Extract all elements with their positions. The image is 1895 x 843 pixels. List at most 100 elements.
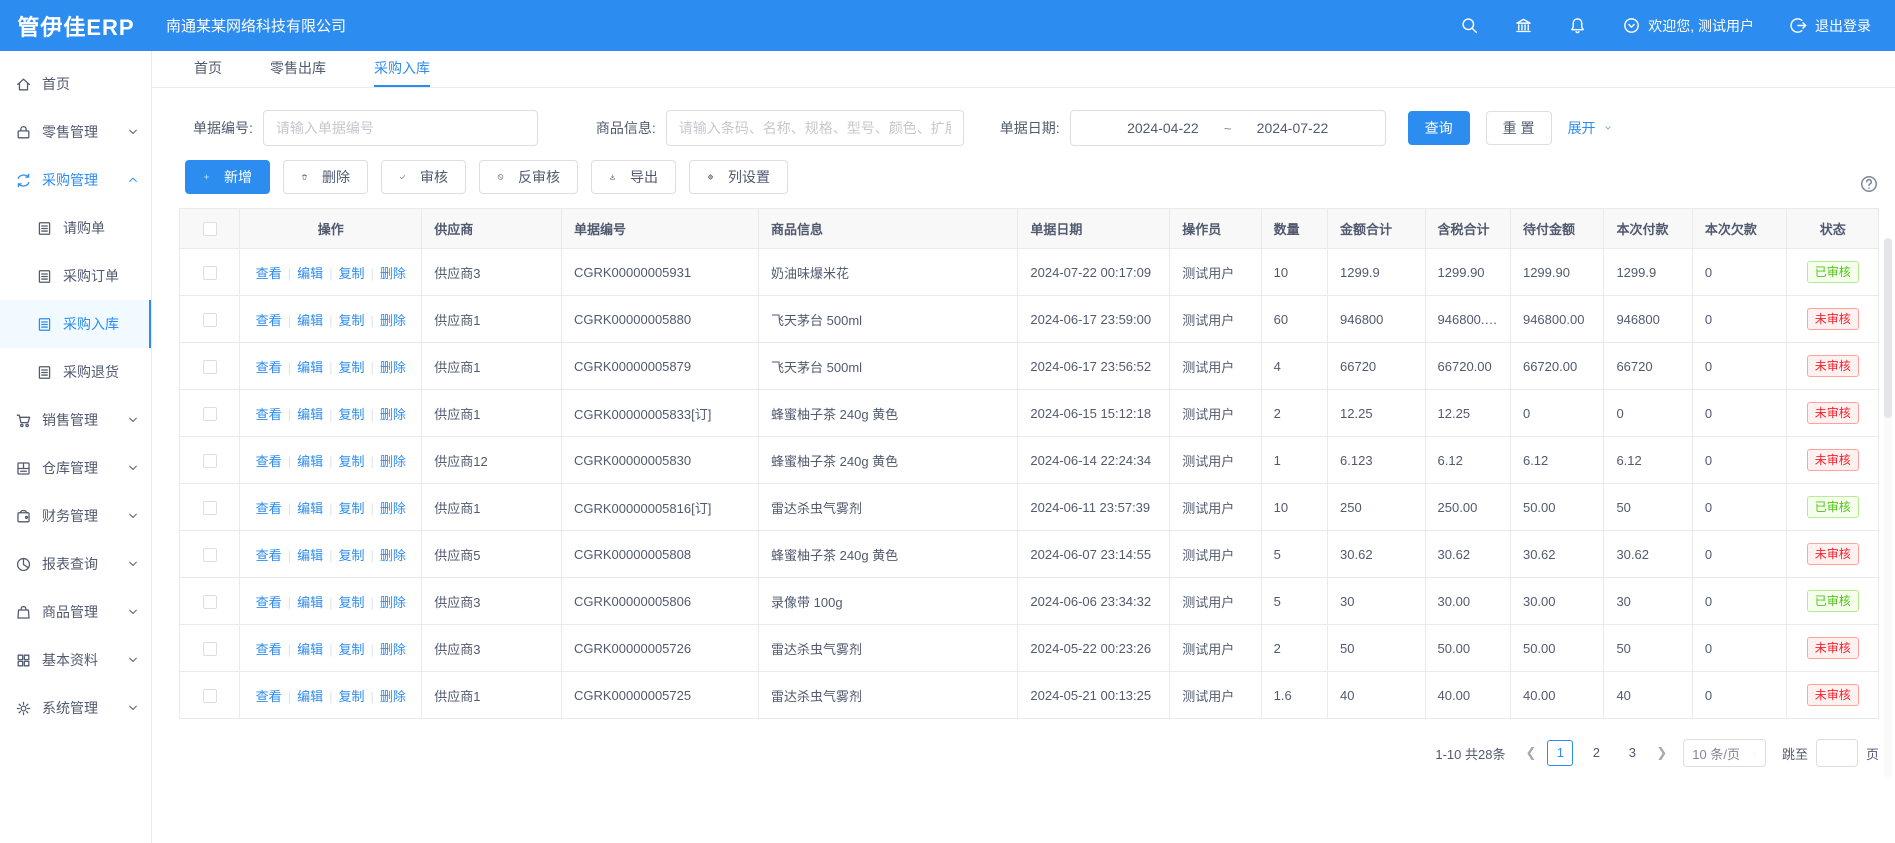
row-action-edit[interactable]: 编辑 (297, 407, 323, 422)
row-action-copy[interactable]: 复制 (338, 501, 364, 516)
row-action-copy[interactable]: 复制 (338, 548, 364, 563)
prev-page-icon[interactable]: ❮ (1525, 745, 1536, 761)
sidebar-item-purchase-inbound[interactable]: 采购入库 (0, 300, 151, 348)
row-action-view[interactable]: 查看 (256, 501, 282, 516)
row-action-delete[interactable]: 删除 (380, 501, 406, 516)
row-action-delete[interactable]: 删除 (380, 689, 406, 704)
tab-home[interactable]: 首页 (194, 51, 222, 87)
row-action-delete[interactable]: 删除 (380, 266, 406, 281)
add-button[interactable]: 新增 (185, 160, 270, 194)
product-info-input[interactable] (666, 110, 964, 146)
row-action-delete[interactable]: 删除 (380, 595, 406, 610)
row-action-copy[interactable]: 复制 (338, 642, 364, 657)
row-checkbox[interactable] (203, 266, 217, 280)
row-action-delete[interactable]: 删除 (380, 407, 406, 422)
row-checkbox[interactable] (203, 313, 217, 327)
row-action-edit[interactable]: 编辑 (297, 360, 323, 375)
column-settings-button[interactable]: 列设置 (689, 160, 788, 194)
welcome-user[interactable]: 欢迎您, 测试用户 (1621, 16, 1754, 36)
page-size-select[interactable]: 10 条/页 (1683, 739, 1766, 767)
sidebar-item-home[interactable]: 首页 (0, 60, 151, 108)
sidebar-item-basedata[interactable]: 基本资料 (0, 636, 151, 684)
row-action-edit[interactable]: 编辑 (297, 689, 323, 704)
date-range-picker[interactable]: ~ (1070, 110, 1386, 146)
row-checkbox[interactable] (203, 642, 217, 656)
row-checkbox[interactable] (203, 689, 217, 703)
row-action-copy[interactable]: 复制 (338, 454, 364, 469)
sidebar-item-finance[interactable]: 财务管理 (0, 492, 151, 540)
row-checkbox[interactable] (203, 595, 217, 609)
select-all-checkbox[interactable] (203, 222, 217, 236)
sidebar-item-report[interactable]: 报表查询 (0, 540, 151, 588)
row-action-view[interactable]: 查看 (256, 313, 282, 328)
row-action-view[interactable]: 查看 (256, 266, 282, 281)
expand-link[interactable]: 展开 (1568, 118, 1612, 138)
search-icon[interactable] (1459, 16, 1479, 36)
page-number-3[interactable]: 3 (1619, 740, 1645, 766)
next-page-icon[interactable]: ❯ (1656, 745, 1667, 761)
row-action-edit[interactable]: 编辑 (297, 501, 323, 516)
date-from-input[interactable] (1108, 120, 1218, 136)
row-action-view[interactable]: 查看 (256, 689, 282, 704)
row-checkbox[interactable] (203, 501, 217, 515)
bill-no-input[interactable] (263, 110, 538, 146)
row-action-delete[interactable]: 删除 (380, 642, 406, 657)
row-actions: 查看|编辑|复制|删除 (240, 625, 422, 672)
sidebar-item-purchase-return[interactable]: 采购退货 (0, 348, 151, 396)
row-action-delete[interactable]: 删除 (380, 548, 406, 563)
row-action-edit[interactable]: 编辑 (297, 266, 323, 281)
row-action-edit[interactable]: 编辑 (297, 454, 323, 469)
row-action-copy[interactable]: 复制 (338, 266, 364, 281)
row-action-edit[interactable]: 编辑 (297, 313, 323, 328)
row-checkbox[interactable] (203, 360, 217, 374)
table-scrollbar[interactable] (1884, 238, 1892, 778)
row-action-delete[interactable]: 删除 (380, 454, 406, 469)
sidebar-item-purchase[interactable]: 采购管理 (0, 156, 151, 204)
bank-icon[interactable] (1513, 16, 1533, 36)
reset-button[interactable]: 重 置 (1486, 111, 1552, 145)
sidebar-item-goods[interactable]: 商品管理 (0, 588, 151, 636)
page-number-2[interactable]: 2 (1583, 740, 1609, 766)
row-action-view[interactable]: 查看 (256, 548, 282, 563)
date-to-input[interactable] (1237, 120, 1347, 136)
jump-page-input[interactable] (1816, 739, 1858, 767)
row-action-copy[interactable]: 复制 (338, 360, 364, 375)
row-action-delete[interactable]: 删除 (380, 360, 406, 375)
row-action-copy[interactable]: 复制 (338, 407, 364, 422)
unaudit-button[interactable]: 反审核 (479, 160, 578, 194)
sidebar-item-sales[interactable]: 销售管理 (0, 396, 151, 444)
page-number-1[interactable]: 1 (1547, 740, 1573, 766)
row-action-view[interactable]: 查看 (256, 642, 282, 657)
help-icon[interactable] (1859, 174, 1879, 194)
row-action-delete[interactable]: 删除 (380, 313, 406, 328)
row-action-edit[interactable]: 编辑 (297, 548, 323, 563)
row-action-copy[interactable]: 复制 (338, 595, 364, 610)
row-action-view[interactable]: 查看 (256, 454, 282, 469)
row-action-view[interactable]: 查看 (256, 595, 282, 610)
logout-button[interactable]: 退出登录 (1788, 16, 1871, 36)
row-action-edit[interactable]: 编辑 (297, 595, 323, 610)
row-action-copy[interactable]: 复制 (338, 313, 364, 328)
scrollbar-thumb[interactable] (1884, 238, 1892, 418)
tab-retail-outbound[interactable]: 零售出库 (270, 51, 326, 87)
row-action-view[interactable]: 查看 (256, 360, 282, 375)
sidebar-item-retail[interactable]: 零售管理 (0, 108, 151, 156)
delete-button[interactable]: 删除 (283, 160, 368, 194)
sidebar-item-purchase-order[interactable]: 采购订单 (0, 252, 151, 300)
row-checkbox[interactable] (203, 407, 217, 421)
sidebar-item-label: 报表查询 (42, 554, 98, 574)
sidebar-item-purchase-request[interactable]: 请购单 (0, 204, 151, 252)
bell-icon[interactable] (1567, 16, 1587, 36)
row-action-view[interactable]: 查看 (256, 407, 282, 422)
sidebar-item-system[interactable]: 系统管理 (0, 684, 151, 732)
search-button[interactable]: 查询 (1408, 111, 1470, 145)
row-checkbox[interactable] (203, 548, 217, 562)
sidebar-item-warehouse[interactable]: 仓库管理 (0, 444, 151, 492)
tab-purchase-inbound[interactable]: 采购入库 (374, 51, 430, 87)
export-button[interactable]: 导出 (591, 160, 676, 194)
row-action-copy[interactable]: 复制 (338, 689, 364, 704)
row-checkbox[interactable] (203, 454, 217, 468)
row-action-edit[interactable]: 编辑 (297, 642, 323, 657)
audit-button[interactable]: 审核 (381, 160, 466, 194)
cell-amount-tax: 50.00 (1425, 625, 1510, 672)
